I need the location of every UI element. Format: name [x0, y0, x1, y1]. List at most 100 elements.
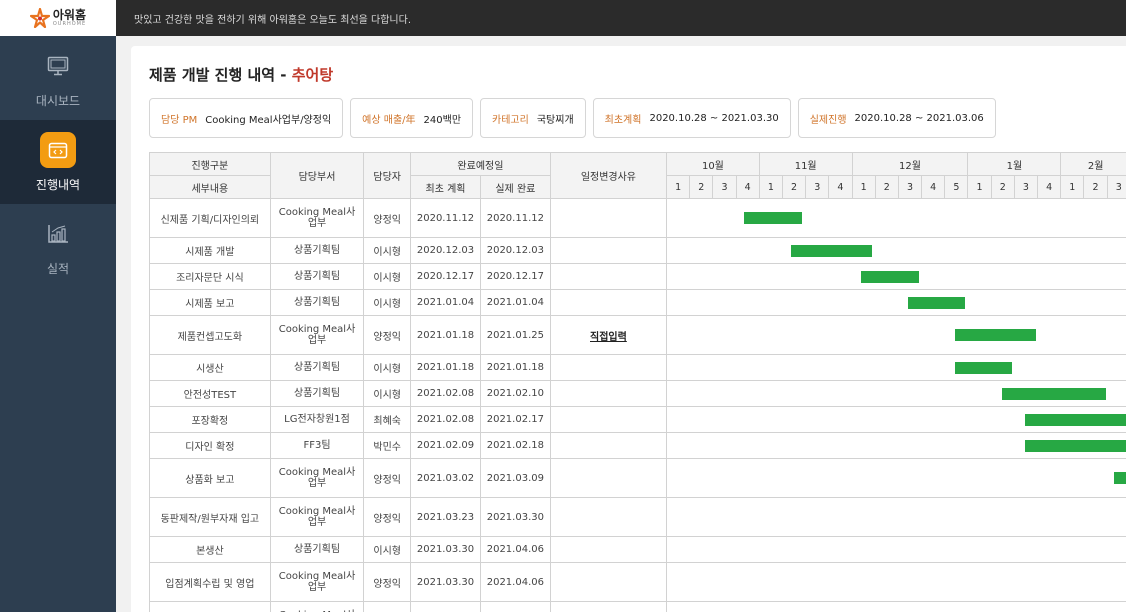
- col-due: 완료예정일: [410, 152, 551, 176]
- bar-chart-icon: [40, 216, 76, 252]
- col-week: 4: [1037, 175, 1062, 199]
- cell-actual-date: 2020.12.03: [479, 237, 551, 264]
- cell-actual-date: 2021.01.25: [479, 315, 551, 355]
- cell-reason: [549, 237, 668, 264]
- table-row[interactable]: 제품컨셉고도화 Cooking Meal사업부 양정익 2021.01.18 2021.…: [149, 315, 1126, 355]
- cell-dept: Cooking Meal사업부: [269, 562, 365, 602]
- info-value: 2020.10.28 ~ 2021.03.06: [854, 112, 984, 124]
- info-value: 국탕찌개: [536, 114, 574, 126]
- gantt-bar: [744, 212, 802, 224]
- cell-dept: Cooking Meal사업부: [269, 458, 365, 498]
- cell-dept: Cooking Meal사업부: [269, 198, 365, 238]
- gantt-bar: [908, 296, 966, 309]
- header-row: 진행구분 담당부서 담당자 완료예정일 일정변경사유 10월 11월 12월 1월 2월: [149, 152, 1126, 199]
- table-row[interactable]: 시생산 상품기획팀 이시형 2021.01.18 2021.01.18: [149, 354, 1126, 381]
- cell-owner: 양정익: [363, 458, 412, 498]
- cell-owner: 최혜숙: [363, 406, 412, 433]
- gantt-cell: [666, 380, 1126, 407]
- cell-plan-date: 2021.02.08: [410, 406, 481, 433]
- cell-dept: 상품기획팀: [269, 263, 365, 290]
- cell-actual-date: 2020.12.17: [479, 263, 551, 290]
- gantt-bar: [1025, 439, 1126, 452]
- cell-dept: 상품기획팀: [269, 237, 365, 264]
- col-month: 11월: [758, 152, 853, 176]
- cell-plan-date: 2021.01.18: [410, 315, 481, 355]
- cell-actual-date: 2021.03.09: [479, 458, 551, 498]
- direct-input-link[interactable]: 직접입력: [590, 332, 627, 343]
- info-label: 카테고리: [492, 114, 529, 126]
- cell-owner: 이시형: [363, 380, 412, 407]
- cell-dept: 상품기획팀: [269, 380, 365, 407]
- col-reason: 일정변경사유: [549, 152, 668, 199]
- table-row[interactable]: 동판제작/원부자재 입고 Cooking Meal사업부 양정익 2021.03.23…: [149, 497, 1126, 537]
- info-label: 실제진행: [809, 114, 847, 126]
- schedule-table-wrapper: 진행구분 담당부서 담당자 완료예정일 일정변경사유 10월 11월 12월 1월 2월 세부내용 최…: [149, 152, 1126, 612]
- gantt-bar: [954, 361, 1013, 374]
- cell-owner: 양정익: [363, 198, 412, 238]
- col-week: 1: [851, 175, 876, 199]
- info-value: Cooking Meal사업부/양정익: [205, 114, 332, 126]
- table-row[interactable]: 디자인 확정 FF3팀 박민수 2021.02.09 2021.02.18: [149, 432, 1126, 459]
- sidebar-item-progress[interactable]: 진행내역: [0, 120, 116, 204]
- info-expected-sales: 예상 매출/年 240백만: [350, 98, 474, 138]
- schedule-table: 진행구분 담당부서 담당자 완료예정일 일정변경사유 10월 11월 12월 1월 2월 세부내용 최…: [149, 152, 1126, 612]
- sidebar-item-label: 실적: [46, 261, 70, 276]
- table-row[interactable]: 포장확정 LG전자창원1점 최혜숙 2021.02.08 2021.02.17: [149, 406, 1126, 433]
- info-summary: 담당 PM Cooking Meal사업부/양정익 예상 매출/年 240백만 …: [149, 98, 996, 138]
- cell-reason[interactable]: 직접입력: [549, 315, 668, 355]
- page-title-product: 추어탕: [291, 66, 334, 84]
- cell-task: 조리자문단 시식: [149, 263, 271, 290]
- cell-plan-date: 2021.01.18: [410, 354, 481, 381]
- table-row[interactable]: 입점계획수립 및 영업 Cooking Meal사업부 양정익 2021.03.30 2…: [149, 562, 1126, 602]
- table-row[interactable]: 시제품 개발 상품기획팀 이시형 2020.12.03 2020.12.03: [149, 237, 1126, 264]
- col-week: 3: [805, 175, 830, 199]
- cell-actual-date: 2021.02.18: [479, 432, 551, 459]
- sidebar-item-performance[interactable]: 실적: [0, 204, 116, 288]
- cell-reason: [549, 536, 668, 563]
- cell-task: 시생산: [149, 354, 271, 381]
- col-month: 10월: [666, 152, 760, 176]
- cell-task: 입점계획수립 및 영업: [149, 562, 271, 602]
- brand-logo[interactable]: 아워홈 OURHOME: [0, 0, 116, 36]
- gantt-cell: [666, 458, 1126, 498]
- info-value: 240백만: [423, 114, 462, 126]
- table-row[interactable]: 안전성TEST 상품기획팀 이시형 2021.02.08 2021.02.10: [149, 380, 1126, 407]
- sidebar-item-dashboard[interactable]: 대시보드: [0, 36, 116, 120]
- top-bar: 맛있고 건강한 맛을 전하기 위해 아워홈은 오늘도 최선을 다합니다.: [116, 0, 1126, 36]
- gantt-cell: [666, 354, 1126, 381]
- table-row[interactable]: 신제품 기획/디자인의뢰 Cooking Meal사업부 양정익 2020.11.12…: [149, 198, 1126, 238]
- info-value: 2020.10.28 ~ 2021.03.30: [649, 112, 779, 124]
- cell-reason: [549, 458, 668, 498]
- gantt-bar: [1001, 387, 1106, 400]
- col-week: 1: [758, 175, 783, 199]
- cell-actual-date: 2020.11.12: [479, 198, 551, 238]
- table-row[interactable]: Cooking Meal사업부: [149, 601, 1126, 612]
- cell-owner: 양정익: [363, 315, 412, 355]
- col-detail: 세부내용: [149, 175, 271, 199]
- slogan-text: 맛있고 건강한 맛을 전하기 위해 아워홈은 오늘도 최선을 다합니다.: [134, 14, 412, 26]
- table-row[interactable]: 상품화 보고 Cooking Meal사업부 양정익 2021.03.02 2021.0…: [149, 458, 1126, 498]
- cell-plan-date: 2021.03.23: [410, 497, 481, 537]
- cell-actual-date: 2021.01.04: [479, 289, 551, 316]
- col-stage: 진행구분: [149, 152, 271, 176]
- table-row[interactable]: 시제품 보고 상품기획팀 이시형 2021.01.04 2021.01.04: [149, 289, 1126, 316]
- page-title-text: 제품 개발 진행 내역 -: [149, 66, 292, 84]
- cell-owner: 양정익: [363, 562, 412, 602]
- table-row[interactable]: 조리자문단 시식 상품기획팀 이시형 2020.12.17 2020.12.17: [149, 263, 1126, 290]
- cell-actual-date: 2021.04.06: [479, 562, 551, 602]
- col-week: 1: [666, 175, 691, 199]
- cell-plan-date: 2021.03.02: [410, 458, 481, 498]
- cell-reason: [549, 354, 668, 381]
- cell-owner: [363, 601, 412, 612]
- cell-task: 시제품 보고: [149, 289, 271, 316]
- cell-owner: 양정익: [363, 497, 412, 537]
- sidebar: 아워홈 OURHOME 대시보드 진행내역 실적: [0, 0, 116, 612]
- cell-task: 시제품 개발: [149, 237, 271, 264]
- cell-dept: Cooking Meal사업부: [269, 315, 365, 355]
- logo-subtext: OURHOME: [52, 21, 87, 27]
- cell-dept: LG전자창원1점: [269, 406, 365, 433]
- calendar-icon: [40, 131, 76, 168]
- table-row[interactable]: 본생산 상품기획팀 이시형 2021.03.30 2021.04.06: [149, 536, 1126, 563]
- logo-text: 아워홈: [52, 8, 86, 22]
- gantt-bar: [1113, 472, 1126, 484]
